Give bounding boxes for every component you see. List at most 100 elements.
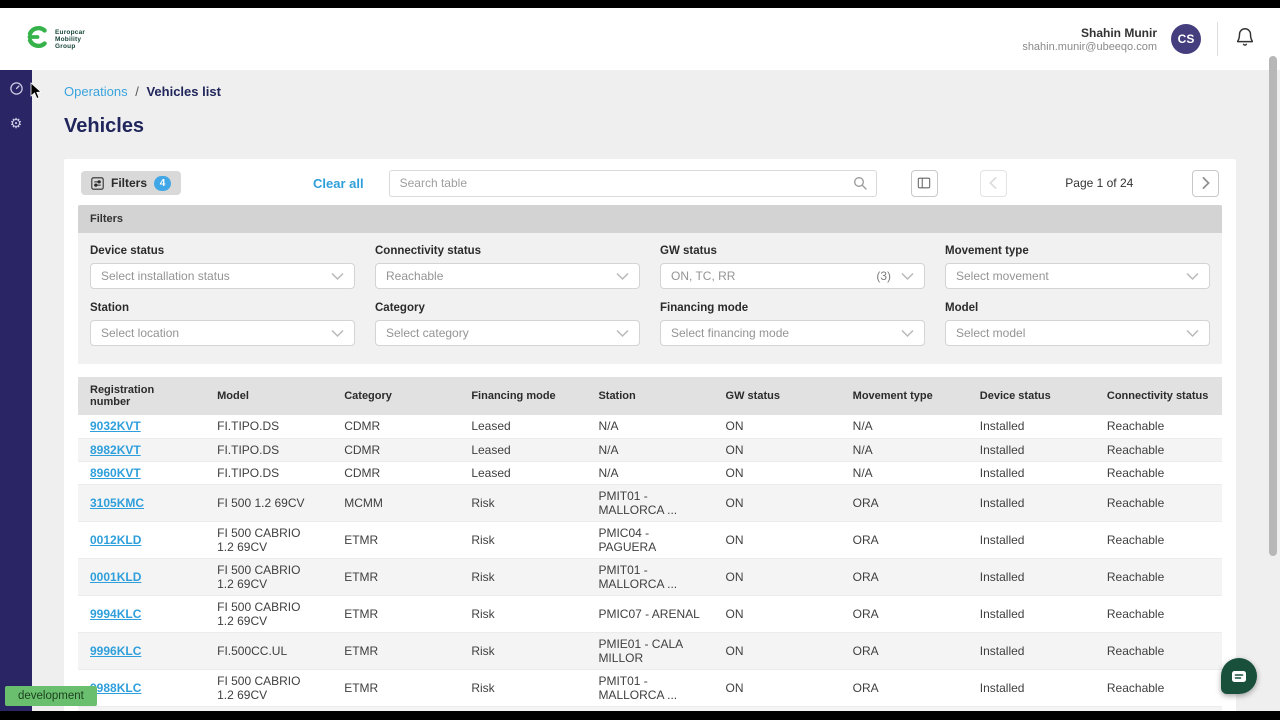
filter-label: GW status [660, 245, 717, 257]
registration-link[interactable]: 9994KLC [90, 607, 141, 621]
vehicles-card: Filters 4 Clear all Search table Page 1 … [64, 159, 1236, 711]
user-email: shahin.munir@ubeeqo.com [1022, 40, 1157, 53]
registration-link[interactable]: 9032KVT [90, 419, 141, 433]
cell-model: FI.TIPO.DS [205, 438, 333, 462]
cell-financing: Leased [459, 438, 587, 462]
filter-select-movement-type[interactable]: Select movement [945, 263, 1210, 289]
search-icon[interactable] [852, 175, 868, 191]
filter-select-device-status[interactable]: Select installation status [90, 263, 355, 289]
filter-label: Movement type [945, 245, 1029, 257]
next-page-button[interactable] [1192, 169, 1219, 197]
cell-movement: ORA [840, 521, 968, 559]
cell-gw-status: ON [713, 558, 841, 596]
registration-link[interactable]: 0001KLD [90, 570, 141, 584]
cell-connectivity: Reachable [1094, 669, 1222, 707]
cell-device-status: Installed [967, 484, 1095, 522]
chevron-down-icon [331, 329, 344, 338]
filter-field-financing-mode: Financing mode Select financing mode [660, 302, 925, 346]
breadcrumb-operations-link[interactable]: Operations [64, 84, 128, 99]
scrollbar-thumb[interactable] [1269, 56, 1277, 556]
content: Operations / Vehicles list Vehicles Filt… [32, 70, 1280, 711]
cell-gw-status: ON [713, 438, 841, 462]
cell-device-status: Installed [967, 595, 1095, 633]
column-header: Station [586, 377, 714, 415]
cell-station: PMIT01 - MALLORCA ... [586, 669, 714, 707]
registration-link[interactable]: 8960KVT [90, 466, 141, 480]
table-row: 9032KVT FI.TIPO.DS CDMR Leased N/A ON N/A Insta… [78, 415, 1222, 439]
table-row: 0012KLD FI 500 CABRIO 1.2 69CV ETMR Risk PMI… [78, 521, 1222, 559]
vehicles-table-body: 9032KVT FI.TIPO.DS CDMR Leased N/A ON N/A Insta… [78, 415, 1222, 711]
cell-model: FI 500 CABRIO 1.2 69CV [205, 595, 333, 633]
filter-field-movement-type: Movement type Select movement [945, 245, 1210, 289]
filter-label: Category [375, 302, 425, 314]
cell-station: PMIT01 - MALLORCA ... [586, 484, 714, 522]
chevron-down-icon [901, 329, 914, 338]
cell-gw-status: ON [713, 461, 841, 485]
breadcrumb: Operations / Vehicles list [64, 84, 1236, 99]
cell-registration: 8982KVT [78, 438, 206, 462]
registration-link[interactable]: 9996KLC [90, 644, 141, 658]
column-header: Category [332, 377, 460, 415]
bell-icon[interactable] [1234, 26, 1256, 53]
registration-link[interactable]: 8982KVT [90, 443, 141, 457]
table-row: 9988KLC FI 500 CABRIO 1.2 69CV ETMR Risk PMI… [78, 669, 1222, 707]
filters-button[interactable]: Filters 4 [81, 171, 182, 195]
cell-category: ETMR [332, 521, 460, 559]
search-input[interactable] [399, 176, 852, 190]
cell-category: ETMR [332, 558, 460, 596]
cell-category: ETMR [332, 632, 460, 670]
column-settings-button[interactable] [910, 169, 938, 197]
avatar[interactable]: CS [1171, 24, 1201, 54]
sidebar-item-dashboard[interactable] [7, 82, 25, 100]
filter-value: Select model [956, 326, 1026, 340]
speedometer-icon [9, 81, 24, 101]
table-row: 9994KLC FI 500 CABRIO 1.2 69CV ETMR Risk PMI… [78, 595, 1222, 633]
cell-model: FI 500 1.2 69CV [205, 484, 333, 522]
cell-device-status: Installed [967, 415, 1095, 439]
filter-select-financing-mode[interactable]: Select financing mode [660, 320, 925, 346]
cell-financing: Leased [459, 415, 587, 439]
filter-select-category[interactable]: Select category [375, 320, 640, 346]
brand-logo-text: Europcar Mobility Group [55, 29, 85, 50]
cell-model: FI 500 CABRIO 1.2 69CV [205, 669, 333, 707]
cell-model: FI.TIPO.DS [205, 461, 333, 485]
filter-select-model[interactable]: Select model [945, 320, 1210, 346]
filter-select-station[interactable]: Select location [90, 320, 355, 346]
chevron-down-icon [331, 272, 344, 281]
chevron-down-icon [1186, 329, 1199, 338]
filter-select-connectivity-status[interactable]: Reachable [375, 263, 640, 289]
cell-movement: N/A [840, 438, 968, 462]
filter-value: Select financing mode [671, 326, 790, 340]
app-header: Europcar Mobility Group Shahin Munir sha… [0, 8, 1280, 70]
clear-all-link[interactable]: Clear all [313, 176, 364, 191]
filter-value: Select installation status [101, 269, 230, 283]
cell-connectivity: Reachable [1094, 521, 1222, 559]
cell-financing: Risk [459, 669, 587, 707]
sidebar-item-settings[interactable]: ⚙ [7, 114, 25, 132]
cell-device-status: Installed [967, 669, 1095, 707]
cell-registration: 8960KVT [78, 461, 206, 485]
page-scrollbar[interactable] [1267, 8, 1279, 711]
registration-link[interactable]: 9988KLC [90, 681, 141, 695]
cell-device-status: Installed [967, 558, 1095, 596]
previous-page-button[interactable] [979, 169, 1007, 197]
chat-widget-button[interactable] [1221, 658, 1257, 694]
column-header: Connectivity status [1094, 377, 1222, 415]
cell-registration: 9032KVT [78, 415, 206, 439]
cell-gw-status: ON [713, 669, 841, 707]
filter-label: Model [945, 302, 979, 314]
page-title: Vehicles [64, 115, 145, 137]
filter-select-gw-status[interactable]: ON, TC, RR (3) [660, 263, 925, 289]
table-row: 8960KVT FI.TIPO.DS CDMR Leased N/A ON N/A Insta… [78, 461, 1222, 485]
cell-model: FI 500 CABRIO 1.2 69CV [205, 521, 333, 559]
cell-gw-status: ON [713, 484, 841, 522]
cell-financing: Risk [459, 484, 587, 522]
cell-category: ETMR [332, 669, 460, 707]
letterbox-bottom [0, 711, 1280, 720]
cell-model: FI.500CC.UL [205, 632, 333, 670]
header-row: Registration number Model Category Financin… [78, 377, 1222, 415]
cell-station: PMIC07 - ARENAL [586, 595, 714, 633]
registration-link[interactable]: 3105KMC [90, 496, 144, 510]
table-row: 0001KLD FI 500 CABRIO 1.2 69CV ETMR Risk PMI… [78, 558, 1222, 596]
registration-link[interactable]: 0012KLD [90, 533, 141, 547]
